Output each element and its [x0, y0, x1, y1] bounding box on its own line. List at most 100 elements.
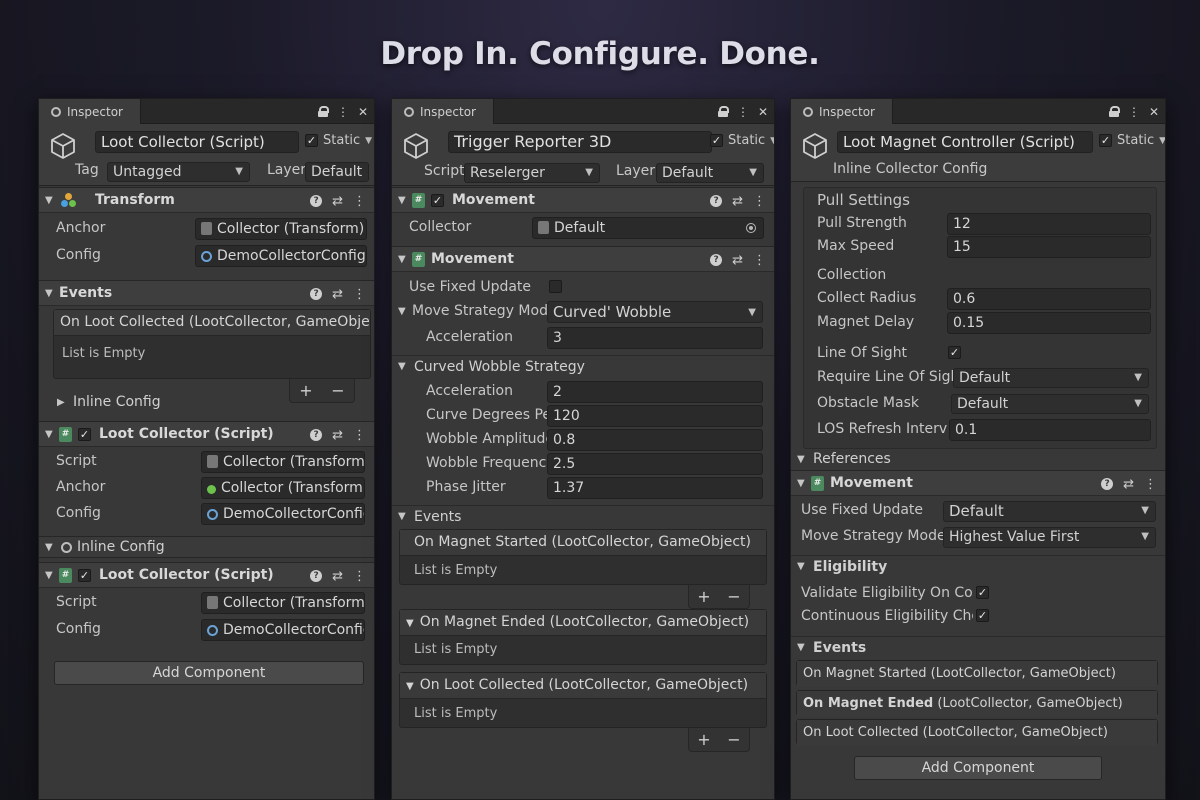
- kebab-menu-icon[interactable]: ⋮: [753, 253, 766, 268]
- help-icon[interactable]: ?: [310, 429, 323, 441]
- config-field[interactable]: DemoCollectorConfig (: [201, 503, 365, 525]
- events-foldout[interactable]: ▼ Events: [392, 505, 774, 527]
- tab-inspector[interactable]: Inspector: [791, 99, 893, 124]
- fold-arrow-icon[interactable]: ▼: [45, 195, 59, 206]
- kebab-menu-icon[interactable]: ⋮: [353, 287, 366, 302]
- event-on-loot-collected[interactable]: On Loot Collected (LootCollector, GameOb…: [796, 719, 1158, 746]
- curved-wobble-foldout[interactable]: ▼ Curved Wobble Strategy: [392, 355, 774, 377]
- chevron-down-icon[interactable]: ▼: [770, 136, 774, 146]
- script-field[interactable]: Collector (Transform): [201, 592, 365, 614]
- fold-arrow-icon[interactable]: ▼: [406, 618, 414, 629]
- preset-icon[interactable]: ⇄: [1123, 477, 1134, 492]
- wobble-frequency-input[interactable]: 2.5: [547, 453, 763, 475]
- fold-arrow-icon[interactable]: ▼: [797, 642, 809, 653]
- fold-arrow-icon[interactable]: ▼: [406, 681, 414, 692]
- preset-icon[interactable]: ⇄: [332, 428, 343, 443]
- close-icon[interactable]: ✕: [358, 105, 368, 119]
- remove-item-button[interactable]: −: [727, 730, 740, 749]
- use-fixed-update-dropdown[interactable]: Default ▼: [943, 501, 1156, 522]
- chevron-down-icon[interactable]: ▼: [1159, 136, 1165, 146]
- kebab-menu-icon[interactable]: ⋮: [353, 428, 366, 443]
- static-checkbox[interactable]: ✓: [305, 134, 318, 147]
- enabled-checkbox[interactable]: ✓: [431, 193, 444, 207]
- tag-dropdown[interactable]: Untagged ▼: [107, 162, 250, 182]
- fold-arrow-icon[interactable]: ▼: [398, 361, 410, 372]
- static-toggle[interactable]: ✓ Static ▼: [305, 133, 372, 148]
- fold-arrow-icon[interactable]: ▼: [45, 542, 57, 553]
- loot-collector-header-2[interactable]: ▼ # ✓ Loot Collector (Script) ? ⇄ ⋮: [39, 562, 374, 588]
- fold-arrow-icon[interactable]: ▼: [797, 454, 809, 465]
- obstacle-mask-dropdown[interactable]: Default ▼: [951, 394, 1149, 414]
- acceleration-input[interactable]: 3: [547, 327, 763, 349]
- tab-inspector[interactable]: Inspector: [39, 99, 141, 124]
- lock-icon[interactable]: [317, 106, 329, 117]
- acceleration-input[interactable]: 2: [547, 381, 763, 403]
- static-toggle[interactable]: ✓ Static ▼: [710, 133, 774, 148]
- references-foldout[interactable]: ▼ References: [791, 448, 1165, 470]
- tab-inspector[interactable]: Inspector: [392, 99, 494, 124]
- move-strategy-dropdown[interactable]: Highest Value First ▼: [943, 527, 1156, 548]
- curve-degrees-input[interactable]: 120: [547, 405, 763, 427]
- movement-header[interactable]: ▼ # Movement ? ⇄ ⋮: [791, 470, 1165, 496]
- layer-dropdown[interactable]: Default: [305, 162, 369, 182]
- fold-arrow-icon[interactable]: ▼: [398, 195, 412, 206]
- preset-icon[interactable]: ⇄: [332, 287, 343, 302]
- move-strategy-dropdown[interactable]: Curved' Wobble ▼: [547, 301, 763, 323]
- help-icon[interactable]: ?: [1101, 478, 1114, 490]
- lock-icon[interactable]: [717, 106, 729, 117]
- kebab-menu-icon[interactable]: ⋮: [353, 569, 366, 584]
- fold-arrow-icon[interactable]: ▼: [45, 429, 59, 440]
- static-checkbox[interactable]: ✓: [710, 134, 723, 147]
- config-field[interactable]: DemoCollectorConfig: [195, 245, 367, 267]
- fold-arrow-icon[interactable]: ▼: [398, 254, 412, 265]
- object-name-field[interactable]: Loot Collector (Script): [95, 131, 299, 153]
- preset-icon[interactable]: ⇄: [332, 194, 343, 209]
- movement-header[interactable]: ▼ # ✓ Movement ? ⇄ ⋮: [392, 187, 774, 213]
- inline-config-foldout[interactable]: ▶ Inline Config: [51, 391, 374, 413]
- collect-radius-input[interactable]: 0.6: [947, 288, 1151, 310]
- use-fixed-update-checkbox[interactable]: [549, 280, 562, 293]
- fold-arrow-icon[interactable]: ▼: [398, 511, 410, 522]
- events-foldout[interactable]: ▼ Events: [791, 636, 1165, 658]
- preset-icon[interactable]: ⇄: [332, 569, 343, 584]
- object-picker-icon[interactable]: [746, 223, 756, 233]
- object-name-field[interactable]: Trigger Reporter 3D: [448, 131, 712, 153]
- fold-arrow-icon[interactable]: ▼: [797, 478, 811, 489]
- fold-arrow-icon[interactable]: ▼: [797, 561, 809, 572]
- static-toggle[interactable]: ✓ Static ▼: [1099, 133, 1165, 148]
- pull-strength-input[interactable]: 12: [947, 213, 1151, 235]
- collector-field[interactable]: Default: [532, 217, 764, 239]
- script-field[interactable]: Collector (Transform): [201, 451, 365, 473]
- add-item-button[interactable]: +: [697, 587, 710, 606]
- help-icon[interactable]: ?: [310, 195, 323, 207]
- validate-eligibility-checkbox[interactable]: ✓: [976, 586, 989, 599]
- lock-icon[interactable]: [1108, 106, 1120, 117]
- wobble-amplitude-input[interactable]: 0.8: [547, 429, 763, 451]
- line-of-sight-checkbox[interactable]: ✓: [948, 346, 961, 359]
- preset-icon[interactable]: ⇄: [732, 253, 743, 268]
- kebab-menu-icon[interactable]: ⋮: [737, 105, 749, 119]
- add-component-button[interactable]: Add Component: [854, 756, 1102, 780]
- anchor-field[interactable]: Collector (Transform): [201, 477, 365, 499]
- los-refresh-input[interactable]: 0.1: [949, 419, 1151, 441]
- fold-arrow-icon[interactable]: ▶: [57, 397, 69, 408]
- fold-arrow-icon[interactable]: ▼: [45, 288, 59, 299]
- fold-arrow-icon[interactable]: ▼: [45, 570, 59, 581]
- add-component-button[interactable]: Add Component: [54, 661, 364, 685]
- static-checkbox[interactable]: ✓: [1099, 134, 1112, 147]
- chevron-down-icon[interactable]: ▼: [365, 136, 372, 146]
- kebab-menu-icon[interactable]: ⋮: [337, 105, 349, 119]
- script-dropdown[interactable]: Reselerger ▼: [464, 163, 600, 183]
- kebab-menu-icon[interactable]: ⋮: [1128, 105, 1140, 119]
- help-icon[interactable]: ?: [310, 570, 323, 582]
- kebab-menu-icon[interactable]: ⋮: [753, 194, 766, 209]
- transform-header[interactable]: ▼ Transform ? ⇄ ⋮: [39, 187, 374, 213]
- require-los-dropdown[interactable]: Default ▼: [953, 368, 1149, 388]
- continuous-eligibility-checkbox[interactable]: ✓: [976, 609, 989, 622]
- max-speed-input[interactable]: 15: [947, 236, 1151, 258]
- kebab-menu-icon[interactable]: ⋮: [1144, 477, 1157, 492]
- config-field[interactable]: DemoCollectorConfig (: [201, 619, 365, 641]
- inline-config-row[interactable]: ▼ Inline Config: [39, 536, 374, 558]
- close-icon[interactable]: ✕: [758, 105, 768, 119]
- phase-jitter-input[interactable]: 1.37: [547, 477, 763, 499]
